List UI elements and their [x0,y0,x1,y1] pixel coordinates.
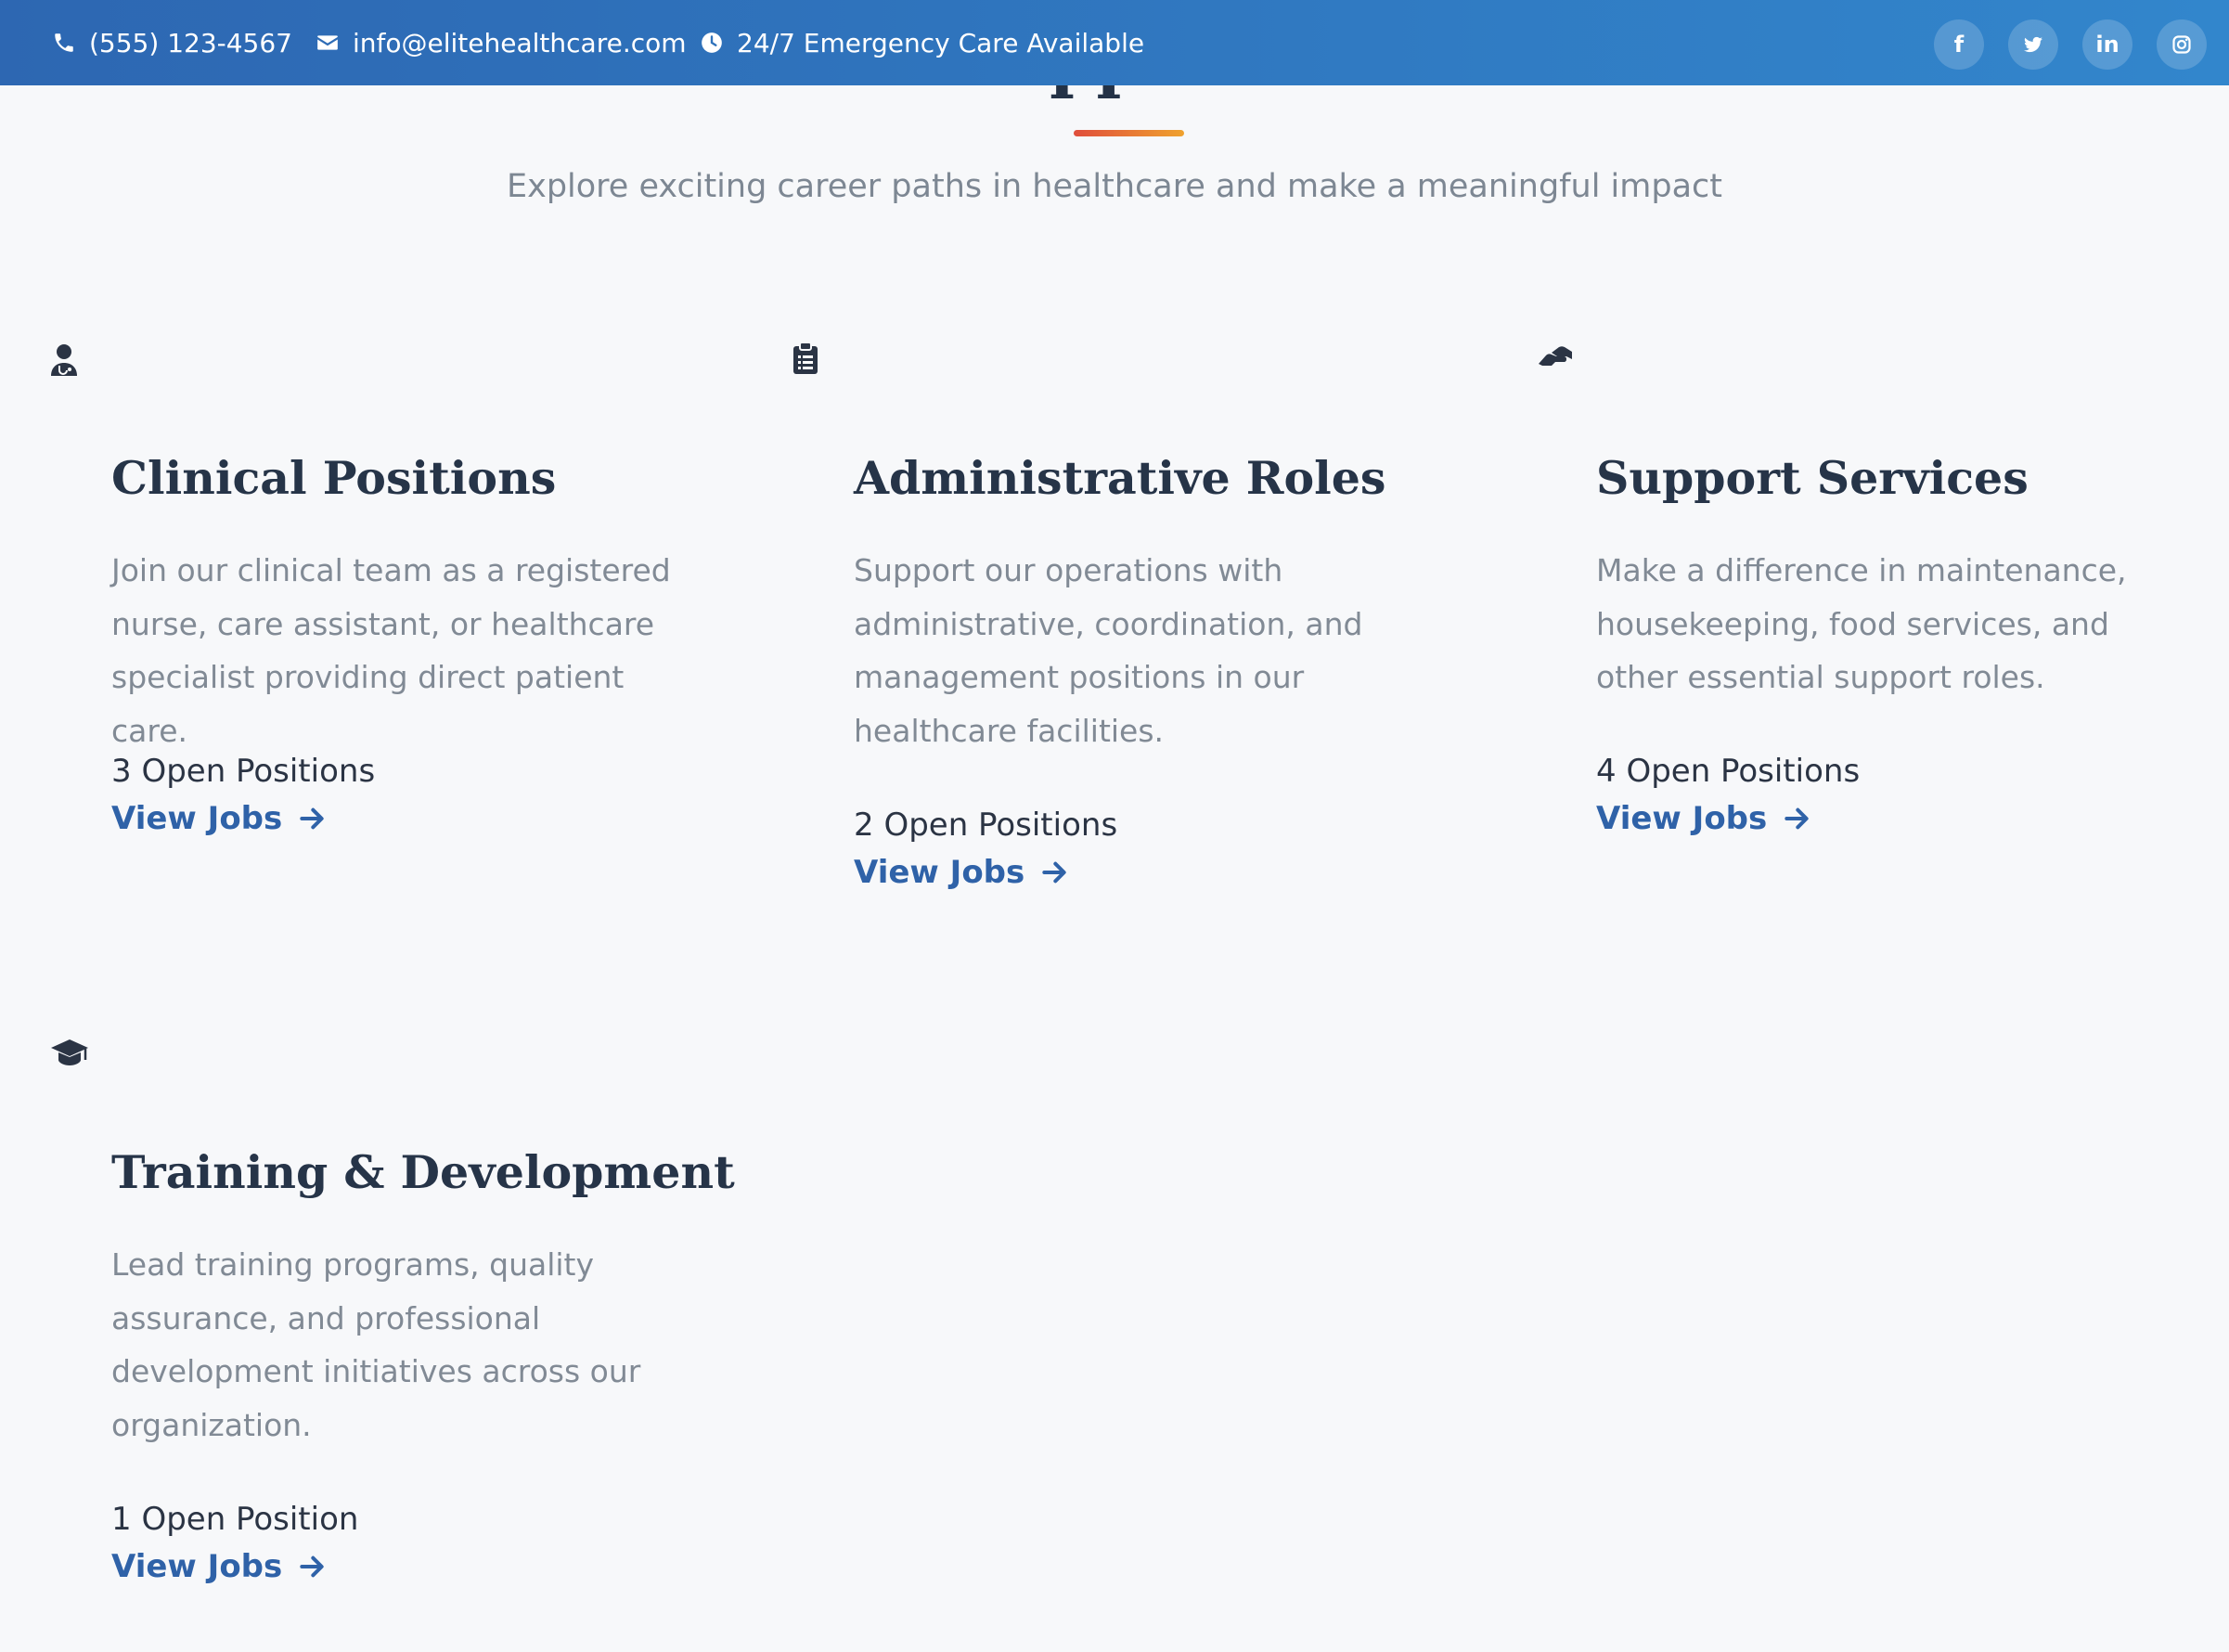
career-card-clinical: Clinical Positions Join our clinical tea… [0,334,705,854]
card-description: Make a difference in maintenance, housek… [1596,552,2127,695]
card-title: Training & Development [111,1145,735,1199]
card-description: Lead training programs, quality assuranc… [111,1246,641,1443]
clock-icon [702,32,722,53]
arrow-right-icon [1042,861,1066,884]
card-description: Support our operations with administrati… [854,552,1363,749]
card-title: Clinical Positions [111,451,557,505]
graduation-cap-icon [51,1039,88,1065]
open-positions-count: 3 Open Positions [111,753,376,790]
email-address: info@elitehealthcare.com [353,27,687,58]
twitter-icon [2024,36,2042,53]
title-underline-accent [1074,130,1184,136]
phone-number: (555) 123-4567 [89,27,292,58]
emergency-hours: 24/7 Emergency Care Available [700,0,1144,85]
view-jobs-link[interactable]: View Jobs [111,1543,327,1590]
view-jobs-label: View Jobs [111,800,283,837]
card-description: Join our clinical team as a registered n… [111,552,671,749]
view-jobs-link[interactable]: View Jobs [1596,795,1811,842]
view-jobs-link[interactable]: View Jobs [854,849,1069,896]
career-card-administrative: Administrative Roles Support our operati… [742,334,1448,891]
open-positions-count: 4 Open Positions [1596,753,1861,790]
email-contact[interactable]: info@elitehealthcare.com [316,0,687,85]
open-positions-count: 2 Open Positions [854,807,1118,844]
twitter-link[interactable] [2008,19,2058,70]
view-jobs-link[interactable]: View Jobs [111,795,327,842]
instagram-icon [2172,35,2191,54]
view-jobs-label: View Jobs [854,854,1025,891]
section-subtitle: Explore exciting career paths in healthc… [507,168,1722,205]
card-title: Administrative Roles [854,451,1386,505]
facebook-icon: f [1953,32,1965,58]
facebook-link[interactable]: f [1934,19,1984,70]
view-jobs-label: View Jobs [1596,800,1768,837]
phone-icon [55,33,73,52]
user-doctor-icon [51,344,77,376]
envelope-icon [317,35,338,50]
open-positions-count: 1 Open Position [111,1501,359,1538]
hands-helping-icon [1539,346,1572,366]
emergency-hours-text: 24/7 Emergency Care Available [737,27,1145,58]
arrow-right-icon [1784,807,1809,830]
arrow-right-icon [300,1555,324,1578]
linkedin-icon: in [2095,32,2119,58]
phone-contact[interactable]: (555) 123-4567 [52,0,292,85]
career-card-support: Support Services Make a difference in ma… [1485,334,2190,854]
arrow-right-icon [300,807,324,830]
card-title: Support Services [1596,451,2029,505]
linkedin-link[interactable]: in [2082,19,2132,70]
instagram-link[interactable] [2157,19,2207,70]
clipboard-list-icon [793,342,818,374]
career-card-training: Training & Development Lead training pro… [0,1028,735,1604]
social-links: f in [1934,19,2207,70]
top-contact-bar: (555) 123-4567 info@elitehealthcare.com … [0,0,2229,85]
view-jobs-label: View Jobs [111,1548,283,1585]
